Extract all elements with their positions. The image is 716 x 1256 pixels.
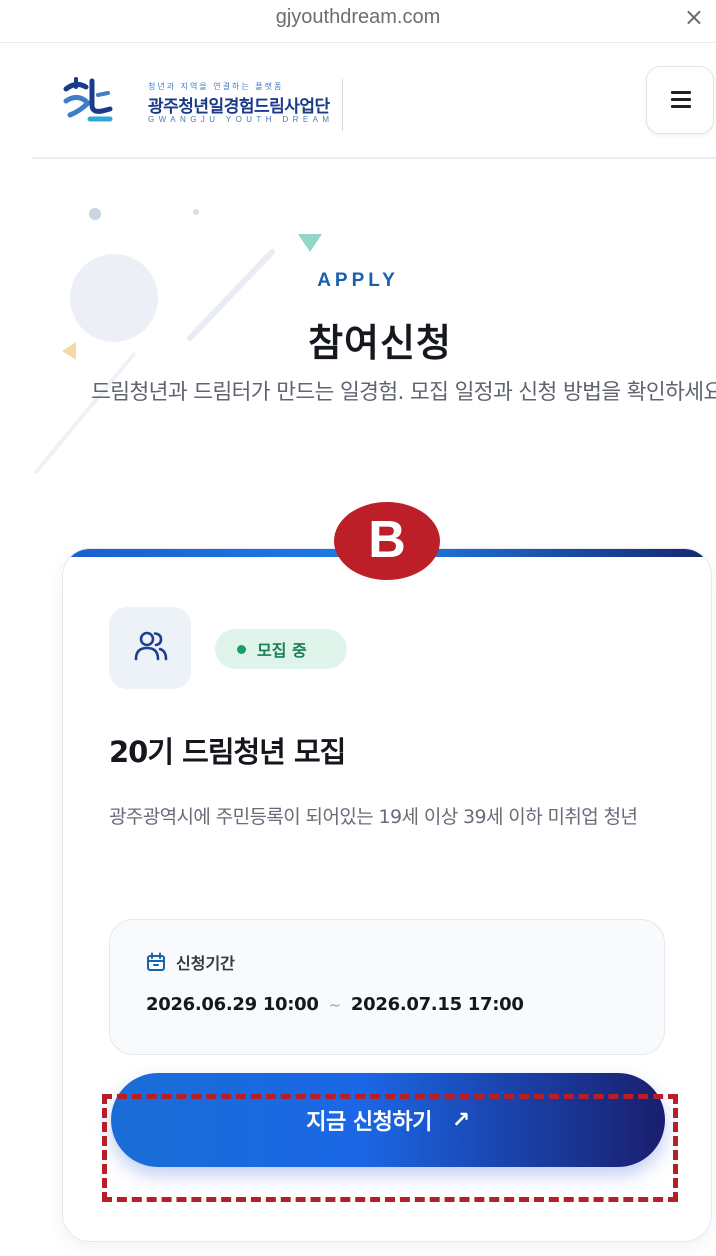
hero-description: 드림청년과 드림터가 만드는 일경험. 모집 일정과 신청 방법을 확인하세요. (91, 380, 716, 405)
step-badge: B (334, 502, 440, 580)
period-label: 신청기간 (176, 954, 235, 973)
card-icon-box (109, 607, 191, 689)
menu-button[interactable] (646, 66, 714, 134)
period-label-row: 신청기간 (146, 950, 235, 974)
period-separator: ~ (328, 996, 342, 1014)
logo-divider (342, 79, 343, 131)
recruitment-card: 모집 중 20기 드림청년 모집 광주광역시에 주민등록이 되어있는 19세 이… (62, 548, 712, 1242)
period-end: 2026.07.15 17:00 (350, 994, 524, 1015)
status-label: 모집 중 (257, 641, 307, 660)
users-icon (134, 631, 168, 661)
card-description: 광주광역시에 주민등록이 되어있는 19세 이상 39세 이하 미취업 청년 (109, 806, 638, 828)
period-value: 2026.06.29 10:00 ~2026.07.15 17:00 (146, 994, 524, 1015)
arrow-up-right-icon: ↗ (451, 1107, 470, 1133)
hamburger-menu-icon (671, 91, 691, 108)
period-start: 2026.06.29 10:00 (146, 994, 319, 1015)
site-logo[interactable]: 청년과 지역을 연결하는 플랫폼 광주청년일경험드림사업단 GWANGJU YO… (62, 67, 352, 137)
browser-url[interactable]: gjyouthdream.com (0, 6, 716, 29)
status-dot-icon (237, 645, 246, 654)
logo-subtitle: GWANGJU YOUTH DREAM (148, 115, 334, 124)
apply-button-label: 지금 신청하기 (306, 1110, 432, 1135)
close-icon[interactable]: × (684, 5, 704, 29)
site-header: 청년과 지역을 연결하는 플랫폼 광주청년일경험드림사업단 GWANGJU YO… (32, 43, 716, 159)
card-title: 20기 드림청년 모집 (109, 735, 346, 769)
logo-mark-icon (63, 77, 113, 122)
calendar-icon (147, 952, 165, 971)
browser-url-bar: gjyouthdream.com × (0, 0, 716, 43)
page-title: 참여신청 (308, 321, 452, 365)
logo-tagline: 청년과 지역을 연결하는 플랫폼 (148, 82, 284, 91)
apply-now-button[interactable]: 지금 신청하기 ↗ (111, 1073, 665, 1167)
logo-title: 광주청년일경험드림사업단 (148, 97, 330, 117)
hero-eyebrow: APPLY (317, 270, 399, 291)
status-badge: 모집 중 (215, 629, 347, 669)
application-period-box: 신청기간 2026.06.29 10:00 ~2026.07.15 17:00 (109, 919, 665, 1055)
